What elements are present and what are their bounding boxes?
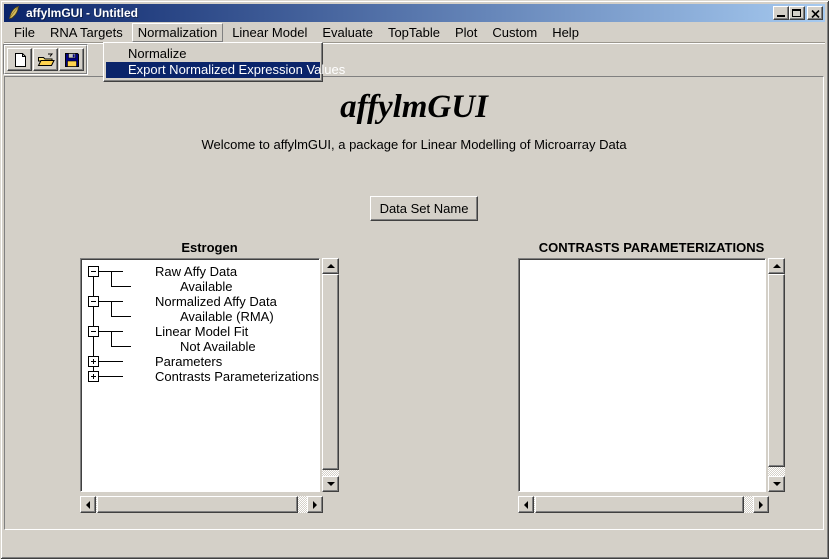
menu-rna-targets[interactable]: RNA Targets <box>44 23 129 42</box>
menubar: File RNA Targets Normalization Linear Mo… <box>4 23 825 42</box>
arrow-left-icon <box>524 501 528 509</box>
tree-connector <box>111 331 112 346</box>
tree-item-label[interactable]: Contrasts Parameterizations <box>155 369 319 384</box>
arrow-down-icon <box>327 482 335 486</box>
scroll-down-button[interactable] <box>768 476 785 492</box>
menu-custom[interactable]: Custom <box>486 23 543 42</box>
scrollbar-thumb[interactable] <box>97 496 298 513</box>
estrogen-tree-listbox[interactable]: Raw Affy Data Available Normalized Affy … <box>80 258 320 492</box>
scroll-left-button[interactable] <box>80 496 96 513</box>
left-horizontal-scrollbar[interactable] <box>80 496 323 513</box>
tree-toggle-minus-icon[interactable] <box>88 296 99 307</box>
tree-toggle-minus-icon[interactable] <box>88 326 99 337</box>
arrow-right-icon <box>313 501 317 509</box>
save-icon <box>64 52 80 68</box>
arrow-right-icon <box>759 501 763 509</box>
tree-connector <box>111 286 131 287</box>
app-title: affylmGUI <box>5 89 823 126</box>
arrow-left-icon <box>86 501 90 509</box>
scroll-left-button[interactable] <box>518 496 534 513</box>
right-vertical-scrollbar[interactable] <box>768 258 785 492</box>
arrow-up-icon <box>327 264 335 268</box>
close-icon <box>811 10 820 18</box>
maximize-icon <box>792 9 801 17</box>
tree-child-label[interactable]: Available (RMA) <box>180 309 274 324</box>
status-strip <box>4 531 825 555</box>
tree-child-label[interactable]: Not Available <box>180 339 256 354</box>
new-file-button[interactable] <box>7 48 32 71</box>
menu-normalization[interactable]: Normalization <box>132 23 223 42</box>
feather-icon <box>6 5 22 21</box>
left-vertical-scrollbar[interactable] <box>322 258 339 492</box>
arrow-down-icon <box>773 482 781 486</box>
menu-evaluate[interactable]: Evaluate <box>316 23 379 42</box>
scroll-right-button[interactable] <box>753 496 769 513</box>
scrollbar-thumb[interactable] <box>322 274 339 470</box>
scroll-up-button[interactable] <box>322 258 339 274</box>
scroll-right-button[interactable] <box>307 496 323 513</box>
minimize-icon <box>777 15 785 17</box>
tree-toggle-minus-icon[interactable] <box>88 266 99 277</box>
main-content-frame: affylmGUI Welcome to affylmGUI, a packag… <box>4 76 824 530</box>
tree-child-label[interactable]: Available <box>180 279 233 294</box>
tree-toggle-plus-icon[interactable] <box>88 371 99 382</box>
tree-item-label[interactable]: Linear Model Fit <box>155 324 248 339</box>
menu-item-normalize[interactable]: Normalize <box>106 46 320 62</box>
tree-item-label[interactable]: Raw Affy Data <box>155 264 237 279</box>
maximize-button[interactable] <box>789 6 805 20</box>
save-file-button[interactable] <box>59 48 84 71</box>
menu-item-export-normalized[interactable]: Export Normalized Expression Values <box>106 62 320 78</box>
tree-connector <box>99 376 123 377</box>
new-file-icon <box>12 52 28 68</box>
menu-help[interactable]: Help <box>546 23 585 42</box>
open-file-button[interactable] <box>33 48 58 71</box>
tree-connector <box>111 316 131 317</box>
menu-toptable[interactable]: TopTable <box>382 23 446 42</box>
menu-linear-model[interactable]: Linear Model <box>226 23 313 42</box>
tree-connector <box>111 301 112 316</box>
tree-item-label[interactable]: Parameters <box>155 354 222 369</box>
scrollbar-thumb[interactable] <box>535 496 744 513</box>
app-subtitle: Welcome to affylmGUI, a package for Line… <box>5 137 823 152</box>
tree-connector <box>111 346 131 347</box>
app-window: affylmGUI - Untitled File RNA Targets No… <box>0 0 829 559</box>
right-panel-heading: CONTRASTS PARAMETERIZATIONS <box>518 240 785 255</box>
arrow-up-icon <box>773 264 781 268</box>
menu-plot[interactable]: Plot <box>449 23 483 42</box>
data-set-name-button[interactable]: Data Set Name <box>370 196 478 221</box>
tree-connector <box>111 271 112 286</box>
scroll-down-button[interactable] <box>322 476 339 492</box>
minimize-button[interactable] <box>773 6 789 20</box>
menu-file[interactable]: File <box>8 23 41 42</box>
tree-item-label[interactable]: Normalized Affy Data <box>155 294 277 309</box>
titlebar[interactable]: affylmGUI - Untitled <box>4 4 825 22</box>
left-panel-heading: Estrogen <box>80 240 339 255</box>
open-folder-icon <box>37 52 55 68</box>
window-title: affylmGUI - Untitled <box>26 6 138 20</box>
normalization-dropdown-menu: Normalize Export Normalized Expression V… <box>103 42 323 82</box>
toolbar <box>3 44 88 75</box>
contrasts-listbox[interactable] <box>518 258 766 492</box>
close-button[interactable] <box>807 6 823 20</box>
scroll-up-button[interactable] <box>768 258 785 274</box>
tree-toggle-plus-icon[interactable] <box>88 356 99 367</box>
scrollbar-thumb[interactable] <box>768 274 785 467</box>
tree-connector <box>99 361 123 362</box>
right-horizontal-scrollbar[interactable] <box>518 496 769 513</box>
